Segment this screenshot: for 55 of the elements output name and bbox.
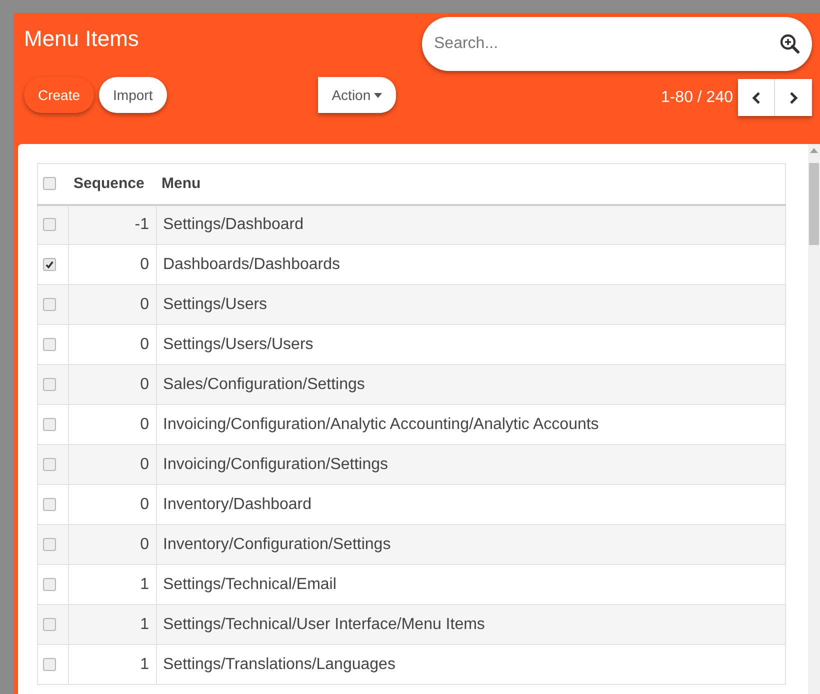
checkbox[interactable] — [43, 658, 56, 671]
table-row[interactable]: 1 Settings/Technical/User Interface/Menu Items — [38, 604, 786, 644]
table-cell: Settings/Translations/Languages — [156, 644, 786, 684]
table-cell: Settings/Dashboard — [156, 204, 786, 244]
search-field[interactable]: Search... — [422, 17, 812, 71]
pager-range: 1-80 / 240 — [660, 88, 733, 108]
table-row[interactable]: 1 Settings/Translations/Languages — [38, 644, 786, 684]
checkbox[interactable] — [43, 258, 56, 271]
column-header[interactable]: Sequence — [68, 164, 156, 204]
checkbox[interactable] — [43, 538, 56, 551]
scroll-up-icon[interactable] — [810, 148, 818, 153]
table-cell: Settings/Technical/User Interface/Menu Items — [156, 604, 786, 644]
checkbox[interactable] — [43, 498, 56, 511]
scrollbar-thumb[interactable] — [809, 163, 819, 245]
table-cell: Inventory/Configuration/Settings — [156, 524, 786, 564]
table-row[interactable]: 1 Settings/Technical/Email — [38, 564, 786, 604]
table-row[interactable]: 0 Inventory/Dashboard — [38, 484, 786, 524]
table-row[interactable]: 0 Settings/Users — [38, 284, 786, 324]
checkbox[interactable] — [43, 378, 56, 391]
table-cell: Sales/Configuration/Settings — [156, 364, 786, 404]
checkbox[interactable] — [43, 618, 56, 631]
table-row[interactable]: 0 Invoicing/Configuration/Analytic Accounting/Analytic Accounts — [38, 404, 786, 444]
scrollbar[interactable] — [808, 144, 820, 694]
table-cell: 1 — [68, 644, 156, 684]
table-cell: Invoicing/Configuration/Settings — [156, 444, 786, 484]
table-cell: Invoicing/Configuration/Analytic Accounting/Analytic Accounts — [156, 404, 786, 444]
table-row[interactable]: 0 Sales/Configuration/Settings — [38, 364, 786, 404]
table-row[interactable]: 0 Settings/Users/Users — [38, 324, 786, 364]
table-cell: Dashboards/Dashboards — [156, 244, 786, 284]
checkbox[interactable] — [43, 298, 56, 311]
checkbox[interactable] — [43, 177, 56, 190]
next-page-button[interactable] — [775, 79, 812, 116]
action-dropdown[interactable]: Action — [318, 77, 396, 113]
checkmark-icon — [45, 260, 54, 269]
previous-page-button[interactable] — [738, 79, 775, 116]
table-cell: Settings/Technical/Email — [156, 564, 786, 604]
checkbox[interactable] — [43, 458, 56, 471]
table-row[interactable]: 0 Inventory/Configuration/Settings — [38, 524, 786, 564]
column-header[interactable]: Menu — [156, 164, 786, 204]
table-cell: Settings/Users/Users — [156, 324, 786, 364]
checkbox[interactable] — [43, 218, 56, 232]
table-row[interactable]: -1 Settings/Dashboard — [38, 204, 786, 244]
table-row[interactable]: 0 Dashboards/Dashboards — [38, 244, 786, 284]
chevron-left-icon — [751, 90, 761, 104]
chevron-right-icon — [788, 90, 798, 104]
table-cell: Inventory/Dashboard — [156, 484, 786, 524]
table-cell: Settings/Users — [156, 284, 786, 324]
checkbox[interactable] — [43, 578, 56, 591]
page-title: Menu Items — [24, 25, 140, 53]
table-row[interactable]: 0 Invoicing/Configuration/Settings — [38, 444, 786, 484]
search-icon[interactable] — [780, 34, 800, 54]
checkbox[interactable] — [43, 338, 56, 351]
caret-icon — [374, 92, 382, 98]
toolbar-button[interactable]: Import — [99, 77, 167, 113]
checkbox[interactable] — [43, 418, 56, 431]
